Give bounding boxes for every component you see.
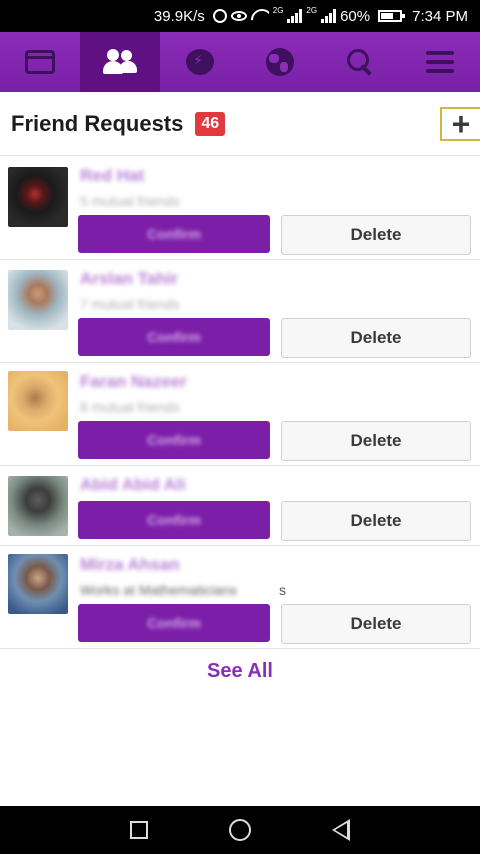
delete-button[interactable]: Delete: [281, 215, 471, 255]
delete-button[interactable]: Delete: [281, 604, 471, 644]
add-friend-button[interactable]: +: [440, 107, 480, 141]
request-name[interactable]: Abid Abid Ali: [80, 475, 185, 495]
alarm-icon: [212, 9, 227, 23]
battery-icon: [378, 10, 406, 22]
system-nav-bar: [0, 806, 480, 854]
work-info: Works at Mathematicians: [80, 582, 237, 598]
recents-icon[interactable]: [130, 821, 149, 839]
avatar[interactable]: [8, 270, 68, 330]
network-speed: 39.9K/s: [153, 7, 205, 25]
confirm-button[interactable]: Confirm: [78, 215, 270, 253]
back-icon[interactable]: [331, 819, 350, 841]
delete-button[interactable]: Delete: [281, 501, 471, 541]
work-info-tail: s: [279, 582, 286, 598]
see-all-link[interactable]: See All: [0, 660, 480, 683]
top-nav-bar: [0, 32, 480, 92]
wifi-icon: [251, 9, 269, 23]
mutual-friends: 5 mutual friends: [80, 193, 180, 209]
avatar[interactable]: [8, 371, 68, 431]
request-name[interactable]: Mirza Ahsan: [80, 555, 180, 575]
list-item: Arslan Tahir 7 mutual friends Confirm De…: [0, 260, 480, 363]
network-tag-1: 2G: [272, 6, 284, 15]
request-name[interactable]: Faran Nazeer: [80, 372, 187, 392]
request-count-badge: 46: [195, 111, 226, 136]
news-feed-icon: [25, 50, 55, 74]
avatar[interactable]: [8, 476, 68, 536]
status-bar: 39.9K/s 2G 2G 60% 7:34 PM: [0, 0, 480, 32]
tab-friends[interactable]: [80, 32, 160, 92]
network-tag-2: 2G: [306, 6, 318, 15]
list-item: Mirza Ahsan Works at Mathematicians s Co…: [0, 546, 480, 649]
battery-percent: 60%: [340, 7, 371, 25]
list-item: Abid Abid Ali Confirm Delete: [0, 466, 480, 546]
page-title: Friend Requests: [11, 110, 184, 136]
mutual-friends: 8 mutual friends: [80, 399, 180, 415]
friend-requests-header: Friend Requests 46 +: [0, 92, 480, 156]
tab-notifications[interactable]: [240, 32, 320, 92]
avatar[interactable]: [8, 167, 68, 227]
confirm-button[interactable]: Confirm: [78, 421, 270, 459]
tab-search[interactable]: [320, 32, 400, 92]
plus-icon: +: [451, 106, 471, 142]
request-name[interactable]: Red Hat: [80, 166, 144, 186]
confirm-button[interactable]: Confirm: [78, 604, 270, 642]
clock: 7:34 PM: [412, 7, 468, 25]
home-icon[interactable]: [228, 819, 251, 841]
search-icon: [347, 49, 373, 75]
friends-icon: [103, 49, 137, 75]
messenger-icon: [186, 49, 214, 75]
tab-messenger[interactable]: [160, 32, 240, 92]
signal-icon: [287, 9, 303, 23]
menu-icon: [426, 51, 454, 73]
globe-icon: [266, 48, 294, 76]
eye-icon: [230, 11, 247, 21]
mutual-friends: 7 mutual friends: [80, 296, 180, 312]
delete-button[interactable]: Delete: [281, 318, 471, 358]
signal-icon-2: [321, 9, 337, 23]
confirm-button[interactable]: Confirm: [78, 501, 270, 539]
confirm-button[interactable]: Confirm: [78, 318, 270, 356]
tab-menu[interactable]: [400, 32, 480, 92]
list-item: Red Hat 5 mutual friends Confirm Delete: [0, 157, 480, 260]
request-name[interactable]: Arslan Tahir: [80, 269, 178, 289]
avatar[interactable]: [8, 554, 68, 614]
list-item: Faran Nazeer 8 mutual friends Confirm De…: [0, 363, 480, 466]
delete-button[interactable]: Delete: [281, 421, 471, 461]
tab-news-feed[interactable]: [0, 32, 80, 92]
